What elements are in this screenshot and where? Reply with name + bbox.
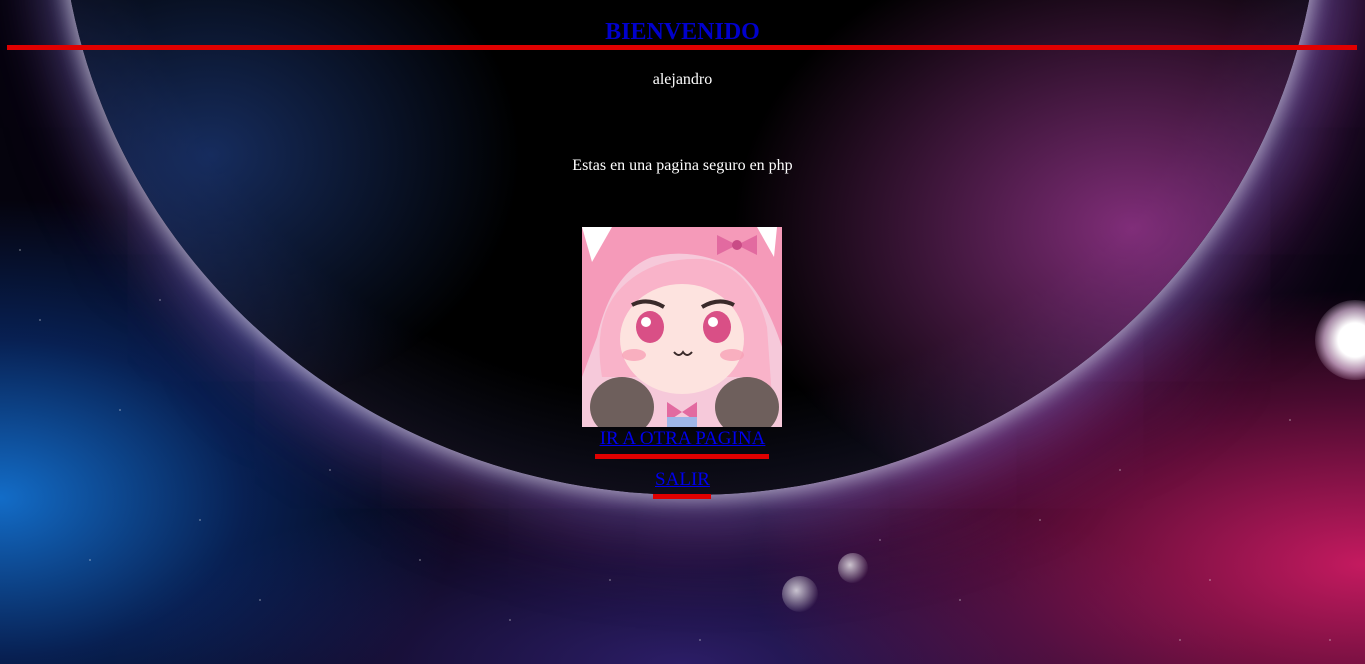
logout-link-container: SALIR bbox=[0, 469, 1365, 491]
other-page-link-container: IR A OTRA PAGINA bbox=[0, 428, 1365, 450]
username-label: alejandro bbox=[652, 71, 713, 88]
other-page-link-underline bbox=[595, 454, 769, 459]
title-divider bbox=[7, 45, 1357, 50]
anime-avatar-illustration bbox=[582, 227, 782, 427]
other-page-link[interactable]: IR A OTRA PAGINA bbox=[600, 428, 766, 449]
welcome-message: Estas en una pagina seguro en php bbox=[572, 157, 793, 174]
logout-link-underline bbox=[653, 494, 711, 499]
page-content: BIENVENIDO alejandro Estas en una pagina… bbox=[0, 0, 1365, 664]
logout-link[interactable]: SALIR bbox=[655, 469, 710, 490]
page-title: BIENVENIDO bbox=[605, 19, 760, 45]
avatar-image bbox=[582, 227, 782, 427]
